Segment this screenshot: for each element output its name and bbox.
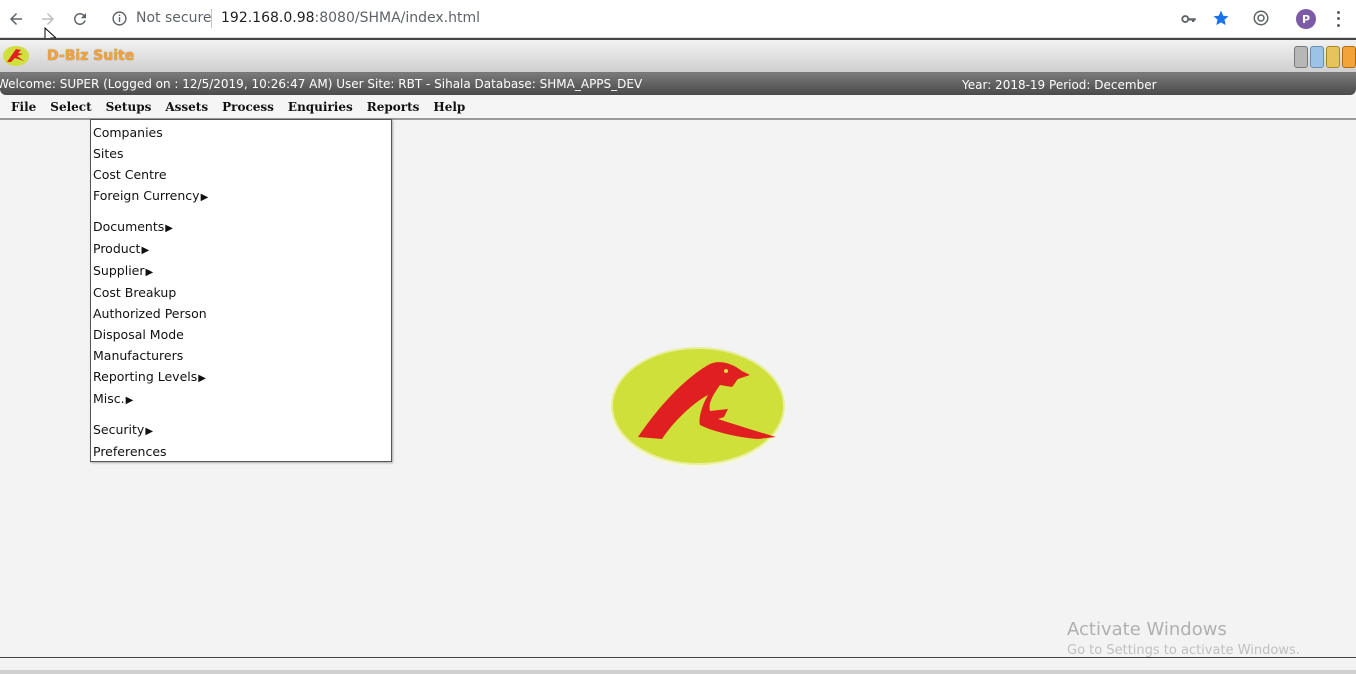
url-divider [211, 9, 212, 28]
menu-reports[interactable]: Reports [360, 100, 427, 114]
menu-item-reporting-levels[interactable]: Reporting Levels▶ [93, 369, 206, 384]
arrow-right-icon [42, 13, 54, 25]
submenu-arrow-icon: ▶ [198, 373, 206, 384]
footer-strip [0, 670, 1356, 674]
menu-item-cost-breakup[interactable]: Cost Breakup [93, 285, 176, 300]
menu-item-preferences[interactable]: Preferences [93, 444, 167, 459]
security-label[interactable]: Not secure [136, 10, 212, 26]
help-icon[interactable] [1310, 46, 1324, 68]
menu-item-disposal-mode[interactable]: Disposal Mode [93, 327, 184, 342]
setups-dropdown: Companies Sites Cost Centre Foreign Curr… [90, 119, 392, 462]
lock-icon[interactable] [1326, 46, 1340, 68]
reload-icon [73, 12, 86, 25]
period-text: Year: 2018-19 Period: December [962, 78, 1157, 92]
browser-toolbar: Not secure 192.168.0.98:8080/SHMA/index.… [0, 0, 1356, 38]
watermark-title: Activate Windows [1067, 619, 1227, 640]
url-path: :8080/SHMA/index.html [314, 10, 481, 26]
address-bar[interactable]: 192.168.0.98:8080/SHMA/index.html [221, 10, 480, 26]
menu-item-sites[interactable]: Sites [93, 146, 124, 161]
menu-item-security[interactable]: Security▶ [93, 422, 153, 437]
menu-item-manufacturers[interactable]: Manufacturers [93, 348, 183, 363]
extension-icon[interactable] [1252, 9, 1270, 27]
info-icon[interactable] [111, 10, 128, 27]
menu-item-cost-centre[interactable]: Cost Centre [93, 167, 167, 182]
menu-item-companies[interactable]: Companies [93, 125, 163, 140]
main-menubar: File Select Setups Assets Process Enquir… [0, 95, 1356, 120]
welcome-text: Welcome: SUPER (Logged on : 12/5/2019, 1… [0, 77, 643, 91]
menu-item-documents[interactable]: Documents▶ [93, 219, 173, 234]
browser-menu-icon[interactable] [1331, 9, 1345, 29]
app-header: D-Biz Suite [0, 38, 1356, 73]
menu-item-product[interactable]: Product▶ [93, 241, 149, 256]
submenu-arrow-icon: ▶ [145, 267, 154, 278]
submenu-arrow-icon: ▶ [165, 223, 173, 234]
menu-item-misc[interactable]: Misc.▶ [93, 391, 133, 406]
menu-item-foreign-currency[interactable]: Foreign Currency▶ [93, 188, 208, 203]
menu-item-authorized-person[interactable]: Authorized Person [93, 306, 207, 321]
status-strip: Welcome: SUPER (Logged on : 12/5/2019, 1… [0, 73, 1356, 95]
home-icon[interactable] [1294, 46, 1308, 68]
submenu-arrow-icon: ▶ [125, 395, 134, 406]
watermark-subtitle: Go to Settings to activate Windows. [1067, 643, 1300, 658]
back-button[interactable] [5, 8, 27, 30]
url-host: 192.168.0.98 [221, 10, 315, 26]
menu-enquiries[interactable]: Enquiries [281, 100, 360, 114]
company-logo-icon [610, 347, 786, 467]
app-title: D-Biz Suite [47, 48, 135, 64]
menu-select[interactable]: Select [43, 100, 98, 114]
bookmark-star-icon[interactable] [1212, 9, 1230, 27]
footer-divider [0, 657, 1356, 658]
menu-item-supplier[interactable]: Supplier▶ [93, 263, 153, 278]
menu-help[interactable]: Help [426, 100, 472, 114]
reload-button[interactable] [69, 8, 91, 30]
profile-avatar[interactable]: P [1296, 9, 1316, 29]
menu-process[interactable]: Process [215, 100, 281, 114]
menu-setups[interactable]: Setups [99, 100, 159, 114]
submenu-arrow-icon: ▶ [141, 245, 150, 256]
app-logo-icon [3, 46, 29, 66]
power-icon[interactable] [1342, 46, 1356, 68]
header-toolbar [1294, 46, 1356, 68]
submenu-arrow-icon: ▶ [145, 426, 154, 437]
menu-file[interactable]: File [4, 100, 43, 114]
arrow-left-icon [10, 13, 22, 25]
key-icon[interactable] [1180, 10, 1198, 28]
submenu-arrow-icon: ▶ [200, 192, 209, 203]
menu-assets[interactable]: Assets [158, 100, 215, 114]
